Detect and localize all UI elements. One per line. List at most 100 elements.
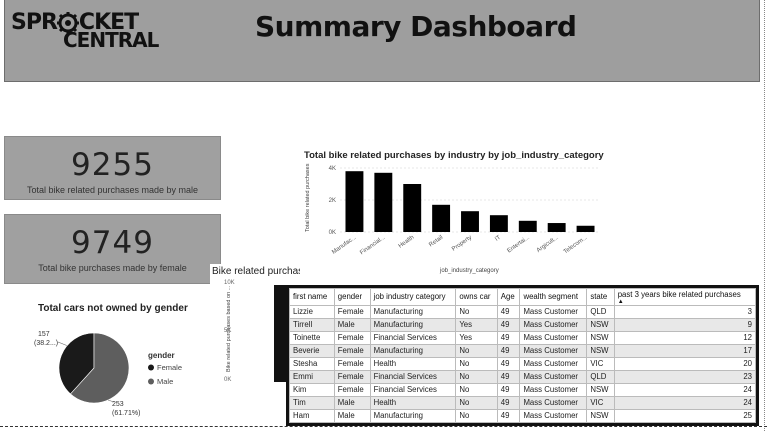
card-female-purchases[interactable]: 9749 Total bike purchases made by female	[4, 214, 221, 284]
bar-category-label: Telecom...	[563, 235, 589, 256]
table-cell: No	[455, 370, 498, 384]
sort-ascending-icon[interactable]: ▲	[618, 299, 752, 305]
table-row[interactable]: Toinette Female Financial Services Yes 49 Mas…	[289, 331, 756, 345]
table-cell: Tirrell	[289, 318, 335, 332]
card-female-label: Total bike purchases made by female	[38, 263, 187, 273]
table-cell: Stesha	[289, 357, 335, 371]
bar-7[interactable]	[547, 223, 566, 232]
bar-chart[interactable]: Total bike related purchases job_industr…	[300, 160, 610, 278]
customer-table[interactable]: first name gender job industry category …	[286, 285, 759, 426]
bar-ytick-label: 2K	[329, 198, 336, 204]
table-row[interactable]: Lizzie Female Manufacturing No 49 Mass Custom…	[289, 305, 756, 319]
table-header-row: first name gender job industry category …	[289, 288, 756, 306]
bar-category-label: Manufac...	[331, 235, 358, 256]
bar-4[interactable]	[461, 211, 479, 232]
table-cell: 49	[496, 383, 521, 397]
table-cell: No	[455, 344, 498, 358]
bar-5[interactable]	[489, 215, 508, 232]
bar-category-label: Argicult...	[536, 235, 560, 254]
table-cell: 49	[496, 331, 521, 345]
col-wealth-segment[interactable]: wealth segment	[519, 288, 588, 306]
bike-purchases-chart-title: Bike related purchas	[212, 266, 300, 277]
table-cell: Female	[333, 383, 371, 397]
table-cell: NSW	[586, 344, 615, 358]
col-gender[interactable]: gender	[333, 288, 371, 306]
bar-2[interactable]	[403, 184, 422, 232]
table-cell: Mass Customer	[519, 331, 588, 345]
table-row[interactable]: Kim Female Financial Services No 49 Mass Cust…	[289, 383, 756, 397]
bar-category-label: Entertai...	[506, 235, 531, 255]
col-age[interactable]: Age	[496, 288, 521, 306]
table-cell: Mass Customer	[519, 396, 588, 410]
table-row[interactable]: Ham Male Manufacturing No 49 Mass Customer NSW…	[289, 409, 756, 423]
table-cell: 12	[613, 331, 756, 345]
table-cell: 25	[613, 409, 756, 423]
bar-category-label: IT	[494, 235, 502, 243]
table-cell: No	[455, 357, 498, 371]
table-cell: Kim	[289, 383, 335, 397]
bar-0[interactable]	[345, 171, 364, 232]
table-cell: 23	[613, 370, 756, 384]
table-cell: Female	[333, 305, 371, 319]
table-cell: Toinette	[289, 331, 335, 345]
table-cell: Female	[333, 344, 371, 358]
logo-text-line2: CENTRAL	[63, 28, 159, 52]
table-cell: Male	[333, 318, 371, 332]
table-body: Lizzie Female Manufacturing No 49 Mass Custom…	[289, 305, 756, 423]
ytick-5k: 5K	[224, 328, 232, 334]
bike-purchases-chart-ylabel: Bike related purchases based on ...	[226, 285, 232, 372]
col-job-industry[interactable]: job industry category	[369, 288, 457, 306]
card-male-label: Total bike related purchases made by mal…	[26, 185, 199, 195]
table-cell: 9	[613, 318, 756, 332]
bar-1[interactable]	[374, 172, 393, 232]
table-cell: Mass Customer	[519, 383, 588, 397]
table-row[interactable]: Emmi Female Financial Services No 49 Mass Cus…	[289, 370, 756, 384]
table-cell: Mass Customer	[519, 344, 588, 358]
table-cell: 49	[496, 357, 521, 371]
table-cell: QLD	[586, 305, 615, 319]
table-cell: 49	[496, 396, 521, 410]
table-row[interactable]: Tim Male Health No 49 Mass Customer VIC 24	[289, 396, 756, 410]
table-cell: Mass Customer	[519, 305, 588, 319]
legend-dot-female	[148, 364, 154, 371]
table-cell: Manufacturing	[369, 409, 457, 423]
table-cell: Emmi	[289, 370, 335, 384]
table-cell: Manufacturing	[369, 305, 457, 319]
bar-category-label: Retail	[428, 235, 444, 249]
card-male-value: 9255	[71, 147, 154, 183]
col-past-3-years-purchases[interactable]: past 3 years bike related purchases ▲	[613, 288, 756, 306]
pie-chart-title: Total cars not owned by gender	[38, 303, 188, 314]
legend-label-male[interactable]: Male	[157, 377, 173, 386]
table-cell: No	[455, 305, 498, 319]
table-row[interactable]: Tirrell Male Manufacturing Yes 49 Mass Custom…	[289, 318, 756, 332]
table-cell: 20	[613, 357, 756, 371]
table-cell: 49	[496, 305, 521, 319]
table-cell: No	[455, 396, 498, 410]
table-cell: Female	[333, 370, 371, 384]
bar-category-label: Health	[398, 235, 416, 250]
col-owns-car[interactable]: owns car	[455, 288, 498, 306]
bar-6[interactable]	[518, 220, 537, 232]
header-banner: SPR CKET CENTRAL Summary Dashboard	[4, 0, 760, 82]
pie-label-female-value: 157	[38, 331, 50, 338]
pie-label-female-pct: (38.2...)	[34, 340, 58, 347]
table-cell: 49	[496, 409, 521, 423]
bar-8[interactable]	[576, 225, 595, 232]
table-cell: QLD	[586, 370, 615, 384]
table-row[interactable]: Beverie Female Manufacturing No 49 Mass Custo…	[289, 344, 756, 358]
card-male-purchases[interactable]: 9255 Total bike related purchases made b…	[4, 136, 221, 200]
table-cell: Manufacturing	[369, 318, 457, 332]
legend-dot-male	[148, 378, 154, 385]
pie-chart[interactable]: 157 (38.2...) 253 (61.71%) gender Female…	[30, 320, 220, 420]
table-cell: Financial Services	[369, 331, 457, 345]
table-cell: Beverie	[289, 344, 335, 358]
legend-label-female[interactable]: Female	[157, 363, 182, 372]
table-cell: Yes	[455, 331, 498, 345]
col-state[interactable]: state	[586, 288, 615, 306]
page-bottom-border	[0, 426, 767, 427]
table-row[interactable]: Stesha Female Health No 49 Mass Customer VIC 20	[289, 357, 756, 371]
table-cell: 49	[496, 370, 521, 384]
table-cell: NSW	[586, 409, 615, 423]
bar-3[interactable]	[432, 204, 451, 232]
col-first-name[interactable]: first name	[289, 288, 335, 306]
